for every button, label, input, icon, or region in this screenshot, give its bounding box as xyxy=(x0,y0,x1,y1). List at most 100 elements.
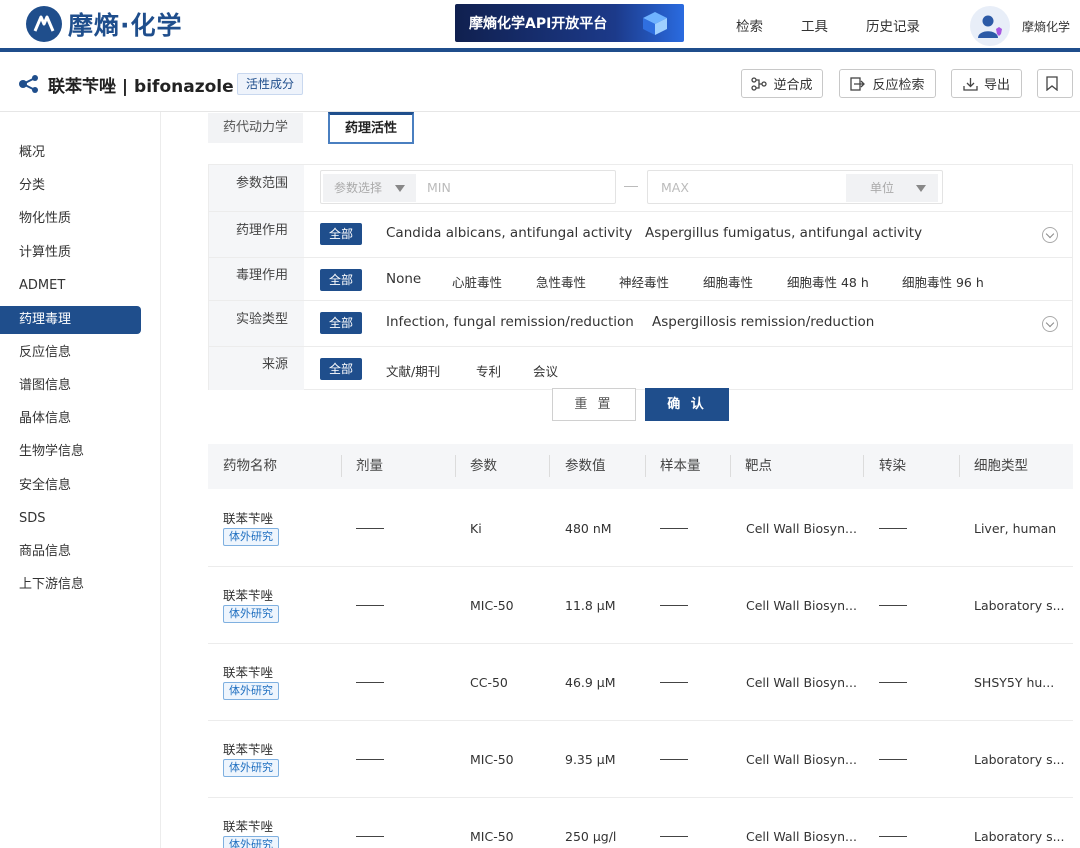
nav-history[interactable]: 历史记录 xyxy=(866,15,920,35)
filter-option[interactable]: 细胞毒性 48 h xyxy=(787,272,869,291)
study-type-badge: 体外研究 xyxy=(223,759,279,777)
filter-all-chip[interactable]: 全部 xyxy=(320,223,363,245)
table-row[interactable]: 联苯苄唑 体外研究 Ki 480 nM Cell Wall Biosyn... … xyxy=(208,490,1073,567)
table-row[interactable]: 联苯苄唑 体外研究 MIC-50 11.8 μM Cell Wall Biosy… xyxy=(208,567,1073,644)
param-cell: MIC-50 xyxy=(470,598,514,613)
sidebar-item-products[interactable]: 商品信息 xyxy=(0,538,141,566)
retrosynthesis-button[interactable]: 逆合成 xyxy=(741,69,823,98)
drug-name[interactable]: 联苯苄唑 xyxy=(223,508,273,527)
param-value-cell: 480 nM xyxy=(565,521,612,536)
tab-pharmacological-activity[interactable]: 药理活性 xyxy=(328,112,415,144)
filter-label: 实验类型 xyxy=(209,301,304,346)
sidebar-item-classification[interactable]: 分类 xyxy=(0,172,141,200)
filter-option[interactable]: 神经毒性 xyxy=(619,272,669,291)
filter-all-chip[interactable]: 全部 xyxy=(320,269,363,291)
filter-option[interactable]: None xyxy=(386,271,421,287)
nav-tools[interactable]: 工具 xyxy=(801,15,828,35)
reaction-search-button[interactable]: 反应检索 xyxy=(839,69,936,98)
filter-option[interactable]: 文献/期刊 xyxy=(386,361,440,380)
column-divider xyxy=(959,455,960,477)
study-type-badge: 体外研究 xyxy=(223,682,279,700)
param-select-label: 参数选择 xyxy=(334,181,383,195)
table-row[interactable]: 联苯苄唑 体外研究 CC-50 46.9 μM Cell Wall Biosyn… xyxy=(208,644,1073,721)
filter-option[interactable]: Candida albicans, antifungal activity xyxy=(386,225,632,241)
filter-option[interactable]: 急性毒性 xyxy=(536,272,586,291)
empty-dash xyxy=(879,605,907,606)
filter-row-experiment-type: 实验类型 全部 Infection, fungal remission/redu… xyxy=(209,301,1072,347)
sidebar-item-admet[interactable]: ADMET xyxy=(0,272,141,300)
study-type-badge: 体外研究 xyxy=(223,605,279,623)
sidebar-item-overview[interactable]: 概况 xyxy=(0,139,141,167)
target-cell[interactable]: Cell Wall Biosyn... xyxy=(746,675,857,690)
tab-pharmacokinetics[interactable]: 药代动力学 xyxy=(208,113,304,143)
export-button[interactable]: 导出 xyxy=(951,69,1022,98)
confirm-button[interactable]: 确 认 xyxy=(645,388,729,421)
target-cell[interactable]: Cell Wall Biosyn... xyxy=(746,521,857,536)
sidebar-item-physchem[interactable]: 物化性质 xyxy=(0,205,141,233)
sidebar-item-computed[interactable]: 计算性质 xyxy=(0,239,141,267)
table-row[interactable]: 联苯苄唑 体外研究 MIC-50 250 μg/l Cell Wall Bios… xyxy=(208,798,1073,848)
target-cell[interactable]: Cell Wall Biosyn... xyxy=(746,829,857,844)
sidebar-item-pharmacology[interactable]: 药理毒理 xyxy=(0,306,141,334)
max-input[interactable]: MAX xyxy=(661,180,689,195)
unit-select[interactable]: 单位 xyxy=(846,174,938,202)
bookmark-button[interactable] xyxy=(1037,69,1073,98)
nav-search[interactable]: 检索 xyxy=(736,15,763,35)
param-cell: MIC-50 xyxy=(470,752,514,767)
user-name: 摩熵化学 xyxy=(1022,19,1071,34)
filter-option[interactable]: Infection, fungal remission/reduction xyxy=(386,314,634,330)
filter-row-pharmacology: 药理作用 全部 Candida albicans, antifungal act… xyxy=(209,212,1072,258)
filter-option[interactable]: 会议 xyxy=(533,361,558,380)
param-cell: MIC-50 xyxy=(470,829,514,844)
sidebar-item-reaction[interactable]: 反应信息 xyxy=(0,339,141,367)
filter-option[interactable]: 细胞毒性 xyxy=(703,272,753,291)
drug-name[interactable]: 联苯苄唑 xyxy=(223,585,273,604)
compound-type-badge: 活性成分 xyxy=(237,73,304,95)
sidebar-item-biology[interactable]: 生物学信息 xyxy=(0,438,141,466)
param-value-cell: 11.8 μM xyxy=(565,598,616,613)
export-label: 导出 xyxy=(983,78,1010,93)
empty-dash xyxy=(879,836,907,837)
logo[interactable]: 摩熵·化学 xyxy=(26,6,183,42)
filter-all-chip[interactable]: 全部 xyxy=(320,358,363,380)
target-cell[interactable]: Cell Wall Biosyn... xyxy=(746,752,857,767)
drug-name[interactable]: 联苯苄唑 xyxy=(223,816,273,835)
column-header: 细胞类型 xyxy=(974,458,1028,474)
param-cell: Ki xyxy=(470,521,482,536)
empty-dash xyxy=(660,528,688,529)
filter-option[interactable]: 心脏毒性 xyxy=(452,272,502,291)
filter-option[interactable]: Aspergillus fumigatus, antifungal activi… xyxy=(645,225,922,241)
empty-dash xyxy=(660,836,688,837)
filter-option[interactable]: Aspergillosis remission/reduction xyxy=(652,314,874,330)
filter-option[interactable]: 细胞毒性 96 h xyxy=(902,272,984,291)
expand-icon[interactable] xyxy=(1042,227,1058,243)
user-menu[interactable]: 摩熵化学 xyxy=(970,6,1070,46)
param-select[interactable]: 参数选择 xyxy=(323,174,416,202)
table-header: 药物名称 剂量 参数 参数值 样本量 靶点 转染 细胞类型 xyxy=(208,444,1073,489)
chevron-down-icon xyxy=(916,185,926,192)
api-platform-banner[interactable]: 摩熵化学API开放平台 xyxy=(455,4,684,42)
sidebar-item-updown[interactable]: 上下游信息 xyxy=(0,571,141,599)
empty-dash xyxy=(879,528,907,529)
column-header: 参数 xyxy=(470,458,497,474)
filter-label: 毒理作用 xyxy=(209,258,304,300)
column-divider xyxy=(341,455,342,477)
avatar xyxy=(970,6,1010,46)
filter-option[interactable]: 专利 xyxy=(476,361,501,380)
sidebar-item-spectra[interactable]: 谱图信息 xyxy=(0,372,141,400)
empty-dash xyxy=(660,759,688,760)
column-header: 参数值 xyxy=(565,458,606,474)
expand-icon[interactable] xyxy=(1042,316,1058,332)
target-cell[interactable]: Cell Wall Biosyn... xyxy=(746,598,857,613)
table-row[interactable]: 联苯苄唑 体外研究 MIC-50 9.35 μM Cell Wall Biosy… xyxy=(208,721,1073,798)
sidebar-item-crystal[interactable]: 晶体信息 xyxy=(0,405,141,433)
reset-button[interactable]: 重 置 xyxy=(552,388,636,421)
empty-dash xyxy=(879,759,907,760)
drug-name[interactable]: 联苯苄唑 xyxy=(223,739,273,758)
sidebar-item-sds[interactable]: SDS xyxy=(0,505,141,533)
drug-name[interactable]: 联苯苄唑 xyxy=(223,662,273,681)
min-input[interactable]: MIN xyxy=(427,180,451,195)
empty-dash xyxy=(879,682,907,683)
sidebar-item-safety[interactable]: 安全信息 xyxy=(0,472,141,500)
filter-all-chip[interactable]: 全部 xyxy=(320,312,363,334)
